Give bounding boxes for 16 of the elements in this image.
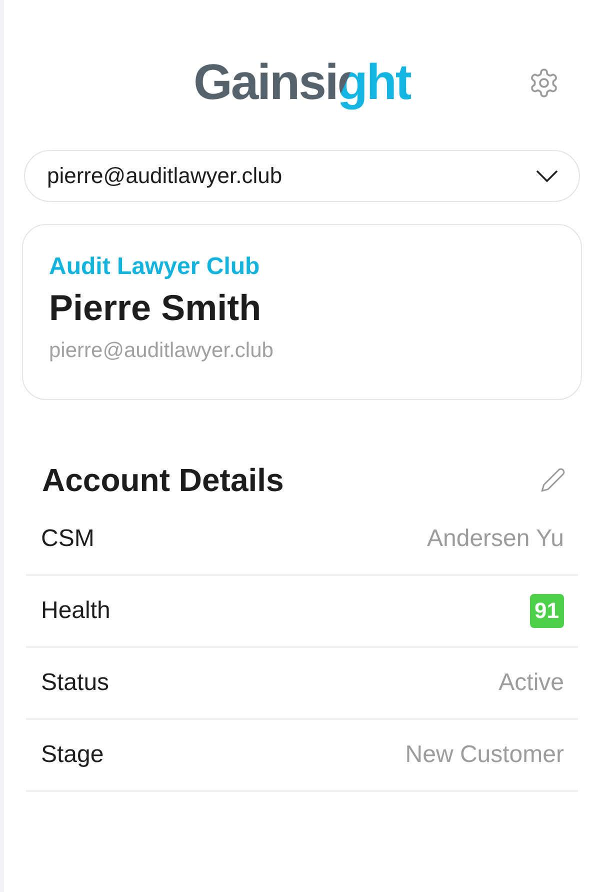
field-label: Status (41, 669, 110, 697)
field-label: CSM (41, 525, 94, 553)
field-value: New Customer (405, 741, 564, 769)
field-label: Health (41, 597, 110, 625)
chevron-down-icon (535, 169, 559, 183)
contact-email: pierre@auditlawyer.club (49, 339, 274, 363)
section-title: Account Details (42, 462, 284, 498)
settings-icon[interactable] (528, 67, 560, 99)
field-value: Active (498, 669, 564, 697)
pencil-icon[interactable] (540, 467, 566, 493)
field-label: Stage (41, 741, 104, 769)
field-value: Andersen Yu (426, 525, 564, 553)
account-dropdown[interactable]: pierre@auditlawyer.club (24, 150, 580, 202)
company-name: Audit Lawyer Club (49, 253, 261, 281)
contact-name: Pierre Smith (49, 287, 262, 329)
health-score: 91 (530, 594, 564, 628)
